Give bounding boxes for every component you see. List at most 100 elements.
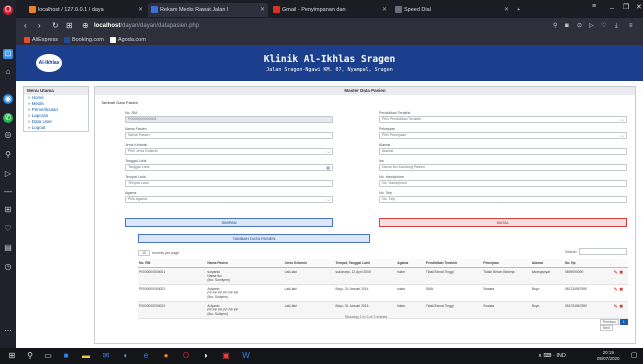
cancel-button[interactable]: BATAL xyxy=(379,218,627,227)
more-icon[interactable]: ⋯ xyxy=(3,326,13,336)
close-icon[interactable]: ✕ xyxy=(382,3,387,17)
pekerjaan-select[interactable]: Pilih Pekerjaan xyxy=(379,132,627,139)
edge-icon[interactable]: ◐ xyxy=(120,350,132,362)
save-button[interactable]: SIMPAN xyxy=(125,218,333,227)
notifications-icon[interactable]: ▢ xyxy=(628,350,640,362)
nama-input[interactable]: Nama Pasien xyxy=(125,132,333,139)
opera-logo-icon[interactable]: O xyxy=(3,5,13,15)
telp-input[interactable]: No. Telp xyxy=(379,196,627,203)
site-info-icon[interactable]: ⊕ xyxy=(82,18,89,34)
bookmark-agoda[interactable]: Agoda.com xyxy=(110,34,146,46)
col-header[interactable]: Alamat xyxy=(530,259,564,268)
agama-select[interactable]: Pilih Agama xyxy=(125,196,333,203)
app-red-icon[interactable]: ▣ xyxy=(220,350,232,362)
entries-select[interactable]: 10 xyxy=(138,250,150,256)
pager-next[interactable]: Next xyxy=(600,325,613,331)
mail-icon[interactable]: ✉ xyxy=(100,350,112,362)
vpn-icon[interactable]: ⊙ xyxy=(577,18,582,34)
jk-label: Jenis Kelamin xyxy=(125,143,148,147)
store-icon[interactable]: ■ xyxy=(60,350,72,362)
menu-item-logout[interactable]: » Logout xyxy=(24,125,88,131)
pendidikan-select[interactable]: Pilih Pendidikan Terakhir xyxy=(379,116,627,123)
system-tray[interactable]: ∧ ⌨ · IND xyxy=(538,348,566,364)
pagination: Previous 1Next xyxy=(599,319,635,331)
col-header[interactable]: No. Hp xyxy=(563,259,613,268)
workspace-icon[interactable]: ⊡ xyxy=(3,49,13,59)
close-icon[interactable]: ✕ xyxy=(138,3,143,17)
reload-icon[interactable]: ↻ xyxy=(52,18,59,34)
calendar-icon[interactable]: ▦ xyxy=(326,165,330,170)
jenis-kelamin-select[interactable]: Pilih Jenis Kelamin xyxy=(125,148,333,155)
table-cell: sukoharjo, 12 April 2000 xyxy=(334,267,397,285)
ie-icon[interactable]: e xyxy=(140,350,152,362)
opera-icon[interactable]: O xyxy=(180,350,192,362)
handphone-input[interactable]: No. Handphone xyxy=(379,180,627,187)
delete-icon[interactable]: ✖ xyxy=(618,287,623,293)
flow-icon[interactable]: ▷ xyxy=(3,169,13,179)
col-header[interactable]: Pendidikan Terakhir xyxy=(424,259,483,268)
telp-label: No. Telp xyxy=(379,191,393,195)
url-field[interactable]: localhost/dayan/dayan/datapasien.php xyxy=(94,18,199,34)
history-icon[interactable]: ◷ xyxy=(3,262,13,272)
app-icon[interactable]: ◗ xyxy=(200,350,212,362)
delete-icon[interactable]: ✖ xyxy=(618,304,623,310)
col-header[interactable]: Jenis Kelamin xyxy=(283,259,335,268)
tanggal-lahir-input[interactable]: Tanggal Lahir ▦ xyxy=(125,164,333,171)
table-cell: Boyo, 31 Januari 2014 xyxy=(334,284,397,302)
tab-gmail[interactable]: Gmail - Penyimpanan dan ✕ xyxy=(270,3,390,17)
col-header[interactable]: No. RM xyxy=(138,259,207,268)
search-icon[interactable]: ⚲ xyxy=(3,150,13,160)
easy-setup-icon[interactable]: ≡ xyxy=(629,18,633,34)
close-window-icon[interactable]: ✕ xyxy=(636,3,642,11)
tab-phpmyadmin[interactable]: localhost / 127.0.0.1 / daya ✕ xyxy=(26,3,146,17)
tab-speed-dial[interactable]: Speed Dial ✕ xyxy=(392,3,512,17)
speed-dial-button-icon[interactable]: ⊞ xyxy=(66,18,73,34)
heart-icon[interactable]: ♡ xyxy=(3,224,13,234)
clock[interactable]: 20:19 05/07/2020 xyxy=(597,350,620,362)
col-header[interactable]: Nama Pasien xyxy=(206,259,284,268)
apps-icon[interactable]: ⊞ xyxy=(3,205,13,215)
close-icon[interactable]: ✕ xyxy=(504,3,509,17)
add-patient-button[interactable]: TAMBAH DATA PASIEN xyxy=(138,234,370,243)
heart-bookmark-icon[interactable]: ♡ xyxy=(601,18,606,34)
minus-icon[interactable]: — xyxy=(3,187,13,197)
tab-rekam-medis[interactable]: Rekam Medis Rawat Jalan I ✕ xyxy=(148,3,268,17)
close-icon[interactable]: ✕ xyxy=(260,3,265,17)
bookmark-aliexpress[interactable]: AliExpress xyxy=(24,34,58,46)
col-header[interactable]: Agama xyxy=(396,259,425,268)
firefox-icon[interactable]: ● xyxy=(160,350,172,362)
search-icon[interactable]: ⚲ xyxy=(24,350,36,362)
word-icon[interactable]: W xyxy=(240,350,252,362)
search-address-icon[interactable]: ⚲ xyxy=(553,18,557,34)
nama-ibu-input[interactable]: Nama Ibu Kandung Pasien xyxy=(379,164,627,171)
task-view-icon[interactable]: ▭ xyxy=(42,350,54,362)
instagram-icon[interactable]: ◎ xyxy=(3,130,13,140)
minimize-icon[interactable]: _ xyxy=(610,2,614,9)
home-icon[interactable]: ⌂ xyxy=(3,67,13,77)
news-icon[interactable]: ▤ xyxy=(3,243,13,253)
download-icon[interactable]: ⤓ xyxy=(615,18,618,34)
file-explorer-icon[interactable]: ▬ xyxy=(80,350,92,362)
col-header[interactable]: Pekerjaan xyxy=(482,259,531,268)
whatsapp-icon[interactable]: ✆ xyxy=(3,113,13,123)
tempat-lahir-input[interactable]: Tempat Lahir xyxy=(125,180,333,187)
forward-icon[interactable]: › xyxy=(38,18,41,34)
menu-icon[interactable]: ≡ xyxy=(592,3,596,10)
camera-icon[interactable]: ◙ xyxy=(565,18,569,34)
bookmark-booking[interactable]: Booking.com xyxy=(64,34,104,46)
play-icon[interactable]: ▷ xyxy=(589,18,594,34)
back-icon[interactable]: ‹ xyxy=(24,18,27,34)
windows-start-icon[interactable]: ⊞ xyxy=(6,350,18,362)
table-search-input[interactable] xyxy=(579,248,627,255)
delete-icon[interactable]: ✖ xyxy=(618,270,623,276)
table-cell: Tidak/ Belum Bekerja xyxy=(482,267,531,285)
messenger-icon[interactable]: ◉ xyxy=(3,94,13,104)
maximize-icon[interactable]: ❐ xyxy=(623,3,629,11)
new-tab-button[interactable]: + xyxy=(514,3,528,17)
page-icon xyxy=(151,6,158,13)
alamat-label: Alamat xyxy=(379,143,391,147)
browser-sidebar: O ⊡ ⌂ ◉ ✆ ◎ ⚲ ▷ — ⊞ ♡ ▤ ◷ ⋯ xyxy=(0,0,16,348)
pager-page-1[interactable]: 1 xyxy=(619,319,628,325)
alamat-input[interactable]: Alamat xyxy=(379,148,627,155)
col-header[interactable]: Tempat, Tanggal Lahir xyxy=(334,259,397,268)
